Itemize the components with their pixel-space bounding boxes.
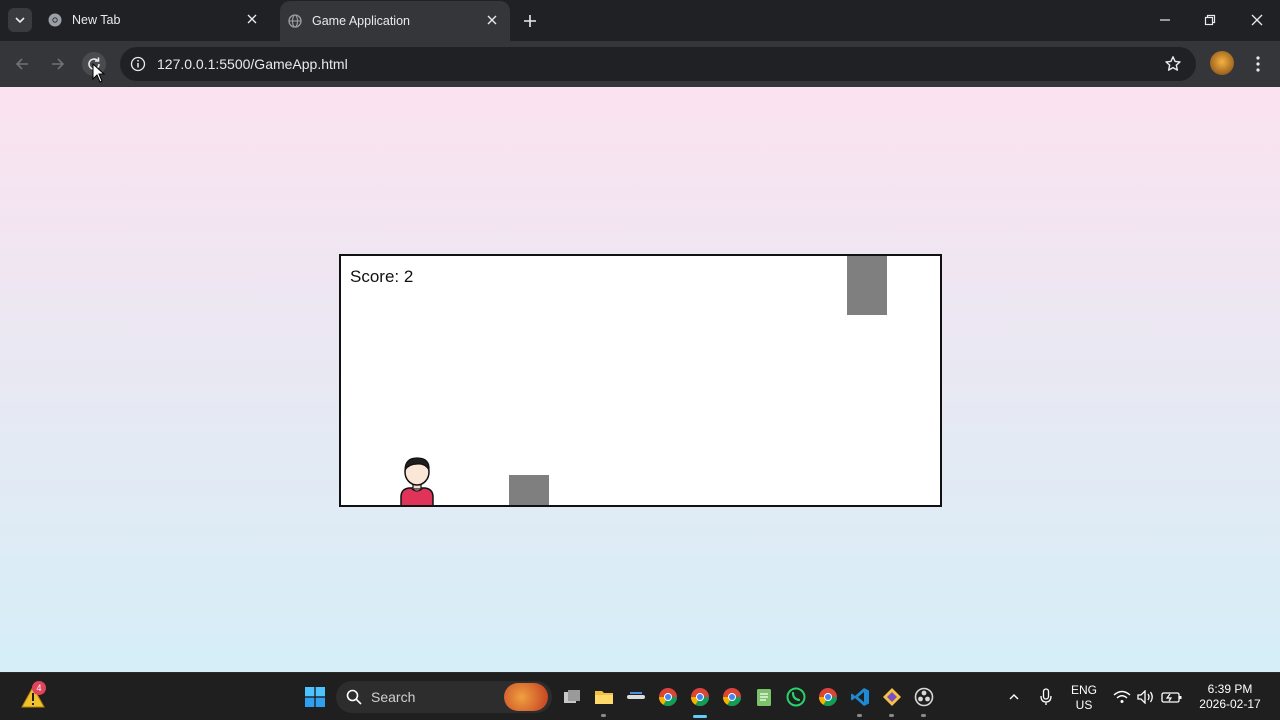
taskbar: 4 Search ENG US 6:39 PM 2026-02-17 xyxy=(0,672,1280,720)
obstacle-top xyxy=(847,256,887,315)
obstacle-ground xyxy=(509,475,549,505)
arrow-left-icon xyxy=(15,58,28,70)
bookmark-star-icon[interactable] xyxy=(1164,55,1182,73)
chrome-icon[interactable] xyxy=(656,685,680,709)
browser-menu-button[interactable] xyxy=(1248,52,1268,76)
url-text: 127.0.0.1:5500/GameApp.html xyxy=(157,56,348,72)
close-window-button[interactable] xyxy=(1246,10,1268,30)
git-app-icon[interactable] xyxy=(880,685,904,709)
battery-icon[interactable] xyxy=(1160,685,1184,709)
tab-new-tab[interactable]: New Tab xyxy=(40,0,270,41)
search-highlight-art xyxy=(504,683,548,711)
tab-search-button[interactable] xyxy=(8,8,32,32)
close-icon[interactable] xyxy=(244,11,260,27)
date-label: 2026-02-17 xyxy=(1199,697,1261,711)
more-vertical-icon xyxy=(1256,56,1260,72)
notepad-icon[interactable] xyxy=(752,685,776,709)
score-label: Score: 2 xyxy=(350,267,414,286)
microphone-icon[interactable] xyxy=(1034,685,1058,709)
close-icon xyxy=(1251,14,1263,26)
game-canvas[interactable]: Score: 2 xyxy=(339,254,942,507)
tab-title: New Tab xyxy=(72,13,121,27)
forward-button[interactable] xyxy=(46,52,70,76)
mouse-cursor-icon xyxy=(92,63,106,83)
notification-badge: 4 xyxy=(32,681,46,695)
chevron-down-icon xyxy=(15,17,25,24)
new-tab-button[interactable] xyxy=(520,11,540,31)
tab-bar: New Tab Game Application xyxy=(0,0,1280,41)
running-indicator xyxy=(601,714,606,717)
minimize-icon xyxy=(1160,19,1170,21)
search-icon xyxy=(346,689,362,705)
running-indicator xyxy=(921,714,926,717)
app-icon-minus[interactable] xyxy=(624,685,648,709)
time-label: 6:39 PM xyxy=(1207,682,1253,696)
info-icon[interactable] xyxy=(130,56,146,72)
globe-icon xyxy=(288,14,302,28)
wifi-icon[interactable] xyxy=(1110,685,1134,709)
language-label: ENG xyxy=(1070,683,1097,697)
tab-title: Game Application xyxy=(312,14,410,28)
windows-start-icon[interactable] xyxy=(303,685,327,709)
file-explorer-icon[interactable] xyxy=(592,685,616,709)
chrome-active-icon[interactable] xyxy=(688,685,712,709)
volume-icon[interactable] xyxy=(1134,685,1158,709)
task-view-icon[interactable] xyxy=(560,685,584,709)
browser-toolbar: 127.0.0.1:5500/GameApp.html xyxy=(0,41,1280,87)
address-bar[interactable]: 127.0.0.1:5500/GameApp.html xyxy=(120,47,1196,81)
running-indicator xyxy=(857,714,862,717)
minimize-button[interactable] xyxy=(1154,10,1176,30)
region-label: US xyxy=(1075,698,1093,712)
whatsapp-icon[interactable] xyxy=(784,685,808,709)
restore-button[interactable] xyxy=(1199,10,1221,30)
search-label: Search xyxy=(371,689,416,705)
chevron-up-icon[interactable] xyxy=(1002,685,1026,709)
taskbar-search[interactable]: Search xyxy=(336,681,552,713)
restore-icon xyxy=(1204,14,1216,26)
vscode-icon[interactable] xyxy=(848,685,872,709)
arrow-right-icon xyxy=(52,58,65,70)
extension-avatar-icon[interactable] xyxy=(1210,51,1234,75)
back-button[interactable] xyxy=(10,52,34,76)
active-app-indicator xyxy=(693,715,707,718)
chrome-profile-icon[interactable] xyxy=(720,685,744,709)
chrome-icon xyxy=(48,13,62,27)
page-viewport: Score: 2 xyxy=(0,87,1280,672)
running-indicator xyxy=(889,714,894,717)
tab-game-application[interactable]: Game Application xyxy=(280,1,510,41)
player-character xyxy=(400,457,434,505)
chrome-alt-icon[interactable] xyxy=(816,685,840,709)
obs-icon[interactable] xyxy=(912,685,936,709)
clock[interactable]: 6:39 PM 2026-02-17 xyxy=(1196,682,1264,712)
plus-icon xyxy=(524,15,536,27)
close-icon[interactable] xyxy=(484,12,500,28)
language-indicator[interactable]: ENG US xyxy=(1066,683,1102,713)
